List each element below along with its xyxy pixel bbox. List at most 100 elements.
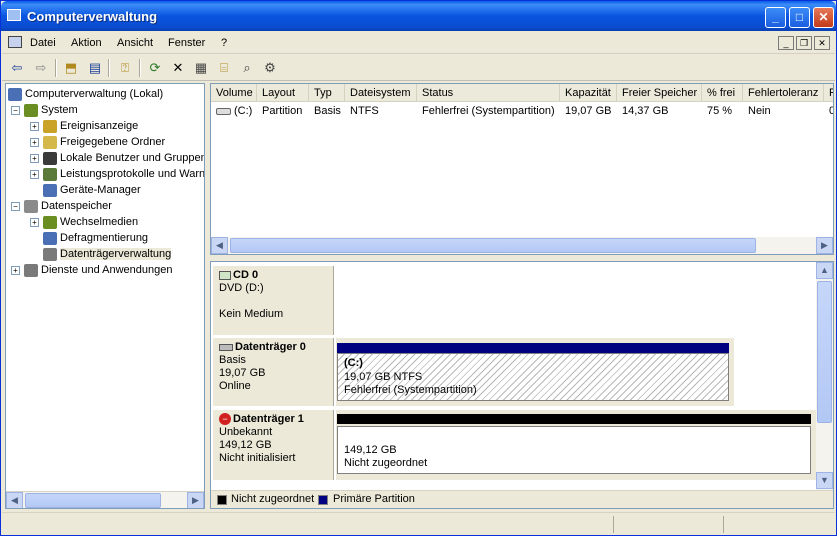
refresh-icon[interactable]: ⟳	[146, 59, 164, 77]
tree-item-computerverwaltung[interactable]: Computerverwaltung (Lokal)	[8, 86, 163, 102]
list-horizontal-scrollbar[interactable]: ◀ ▶	[211, 237, 833, 254]
scroll-right-icon[interactable]: ▶	[816, 237, 833, 254]
menu-ansicht[interactable]: Ansicht	[117, 37, 153, 49]
cell-f: 0	[824, 103, 833, 120]
storage-icon	[24, 199, 38, 213]
expand-icon[interactable]: +	[11, 265, 20, 275]
expand-icon[interactable]: +	[30, 137, 39, 147]
scroll-left-icon[interactable]: ◀	[6, 492, 23, 508]
open-icon[interactable]: ⌸	[215, 59, 233, 77]
scroll-up-icon[interactable]: ▲	[816, 262, 833, 279]
console-tree[interactable]: Computerverwaltung (Lokal) − System + Erei…	[5, 83, 205, 509]
partition-c[interactable]: (C:) 19,07 GB NTFS Fehlerfrei (Systempar…	[336, 338, 734, 406]
help-icon[interactable]: ⍰	[116, 59, 134, 77]
search-icon[interactable]: ⌕	[238, 59, 256, 77]
toolbar-separator	[55, 59, 57, 77]
disk-error-icon: −	[219, 413, 231, 426]
column-header-freier-speicher[interactable]: Freier Speicher	[617, 84, 702, 102]
disk-title: Datenträger 0	[219, 341, 333, 354]
unallocated-space[interactable]: 149,12 GB Nicht zugeordnet	[336, 410, 816, 480]
disk-line3: Nicht initialisiert	[219, 452, 296, 464]
defrag-icon	[43, 231, 57, 245]
partition-size: 19,07 GB NTFS	[344, 371, 423, 383]
scroll-thumb[interactable]	[230, 238, 756, 253]
mdi-minimize-button[interactable]: _	[778, 36, 794, 50]
maximize-button[interactable]: □	[789, 7, 810, 28]
title-bar[interactable]: Computerverwaltung _ □ ✕	[1, 1, 836, 31]
scroll-thumb[interactable]	[817, 281, 832, 423]
tree-item-wechselmedien[interactable]: + Wechselmedien	[30, 214, 138, 230]
tree-item-lokale-benutzer[interactable]: + Lokale Benutzer und Gruppen	[30, 150, 204, 166]
unallocated-status: Nicht zugeordnet	[344, 457, 428, 469]
tree-item-defragmentierung[interactable]: Defragmentierung	[43, 230, 148, 246]
column-header-fehlertoleranz[interactable]: Fehlertoleranz	[743, 84, 824, 102]
cd-drive-icon	[219, 270, 231, 280]
column-header-status[interactable]: Status	[417, 84, 560, 102]
legend: Nicht zugeordnet Primäre Partition	[211, 490, 833, 508]
tree-item-geraete-manager[interactable]: Geräte-Manager	[43, 182, 141, 198]
scroll-left-icon[interactable]: ◀	[211, 237, 228, 254]
menu-aktion[interactable]: Aktion	[71, 37, 102, 49]
performance-log-icon	[43, 167, 57, 181]
tree-item-dienste-und-anwendungen[interactable]: + Dienste und Anwendungen	[11, 262, 173, 278]
tree-item-datentraegerverwaltung[interactable]: Datenträgerverwaltung	[43, 246, 172, 262]
tree-item-system[interactable]: − System	[11, 102, 78, 118]
column-header-kapazitaet[interactable]: Kapazität	[560, 84, 617, 102]
unallocated-size: 149,12 GB	[344, 444, 397, 456]
mmc-icon[interactable]	[8, 36, 22, 48]
unallocated-body[interactable]: 149,12 GB Nicht zugeordnet	[337, 426, 811, 474]
expand-icon[interactable]: +	[30, 169, 39, 179]
partition-c-body[interactable]: (C:) 19,07 GB NTFS Fehlerfrei (Systempar…	[337, 353, 729, 401]
legend-unallocated-label: Nicht zugeordnet	[231, 493, 315, 505]
event-viewer-icon	[43, 119, 57, 133]
mdi-close-button[interactable]: ✕	[814, 36, 830, 50]
delete-icon[interactable]: ✕	[169, 59, 187, 77]
column-header-layout[interactable]: Layout	[257, 84, 309, 102]
disk-graphical-view[interactable]: CD 0 DVD (D:) Kein Medium Datenträger 0 …	[210, 261, 834, 509]
show-hide-tree-icon[interactable]: ▤	[86, 59, 104, 77]
scroll-right-icon[interactable]: ▶	[187, 492, 204, 508]
column-header-typ[interactable]: Typ	[309, 84, 345, 102]
scroll-thumb[interactable]	[25, 493, 161, 508]
tree-item-freigegebene-ordner[interactable]: + Freigegebene Ordner	[30, 134, 165, 150]
disk-info-cd0[interactable]: CD 0 DVD (D:) Kein Medium	[213, 266, 334, 335]
collapse-icon[interactable]: −	[11, 201, 20, 211]
partition-status: Fehlerfrei (Systempartition)	[344, 384, 477, 396]
tree-item-leistungsprotokolle[interactable]: + Leistungsprotokolle und Warn	[30, 166, 204, 182]
tree-item-ereignisanzeige[interactable]: + Ereignisanzeige	[30, 118, 138, 134]
menu-fenster[interactable]: Fenster	[168, 37, 205, 49]
menu-datei[interactable]: Datei	[30, 37, 56, 49]
scroll-down-icon[interactable]: ▼	[816, 472, 833, 489]
column-header-f[interactable]: F	[824, 84, 833, 102]
disk-info-datentraeger1[interactable]: − Datenträger 1 Unbekannt 149,12 GB Nicht…	[213, 410, 334, 480]
tree-horizontal-scrollbar[interactable]: ◀ ▶	[6, 491, 204, 508]
forward-icon[interactable]: ⇨	[32, 59, 50, 77]
expand-icon[interactable]: +	[30, 121, 39, 131]
properties-icon[interactable]: ▦	[192, 59, 210, 77]
expand-icon[interactable]: +	[30, 153, 39, 163]
unallocated-bar	[337, 414, 811, 424]
column-header-volume[interactable]: Volume	[211, 84, 257, 102]
menu-help[interactable]: ?	[221, 37, 227, 49]
settings-icon[interactable]: ⚙	[261, 59, 279, 77]
tree-item-datenspeicher[interactable]: − Datenspeicher	[11, 198, 112, 214]
disk-info-datentraeger0[interactable]: Datenträger 0 Basis 19,07 GB Online	[213, 338, 334, 406]
back-icon[interactable]: ⇦	[8, 59, 26, 77]
table-row[interactable]: (C:) Partition Basis NTFS Fehlerfrei (Sy…	[211, 103, 833, 120]
mdi-restore-button[interactable]: ❐	[796, 36, 812, 50]
drive-icon	[216, 107, 231, 115]
volume-list[interactable]: Volume Layout Typ Dateisystem Status Kap…	[210, 83, 834, 255]
collapse-icon[interactable]: −	[11, 105, 20, 115]
disk-line3: Online	[219, 380, 251, 392]
minimize-button[interactable]: _	[765, 7, 786, 28]
legend-unallocated-swatch	[217, 495, 227, 505]
disk-line1: Basis	[219, 354, 246, 366]
up-folder-icon[interactable]: ⬒	[62, 59, 80, 77]
removable-media-icon	[43, 215, 57, 229]
disk-vertical-scrollbar[interactable]: ▲ ▼	[816, 262, 833, 490]
column-header-prozent-frei[interactable]: % frei	[702, 84, 743, 102]
close-button[interactable]: ✕	[813, 7, 834, 28]
expand-icon[interactable]: +	[30, 217, 39, 227]
column-header-dateisystem[interactable]: Dateisystem	[345, 84, 417, 102]
computer-icon	[8, 87, 22, 101]
